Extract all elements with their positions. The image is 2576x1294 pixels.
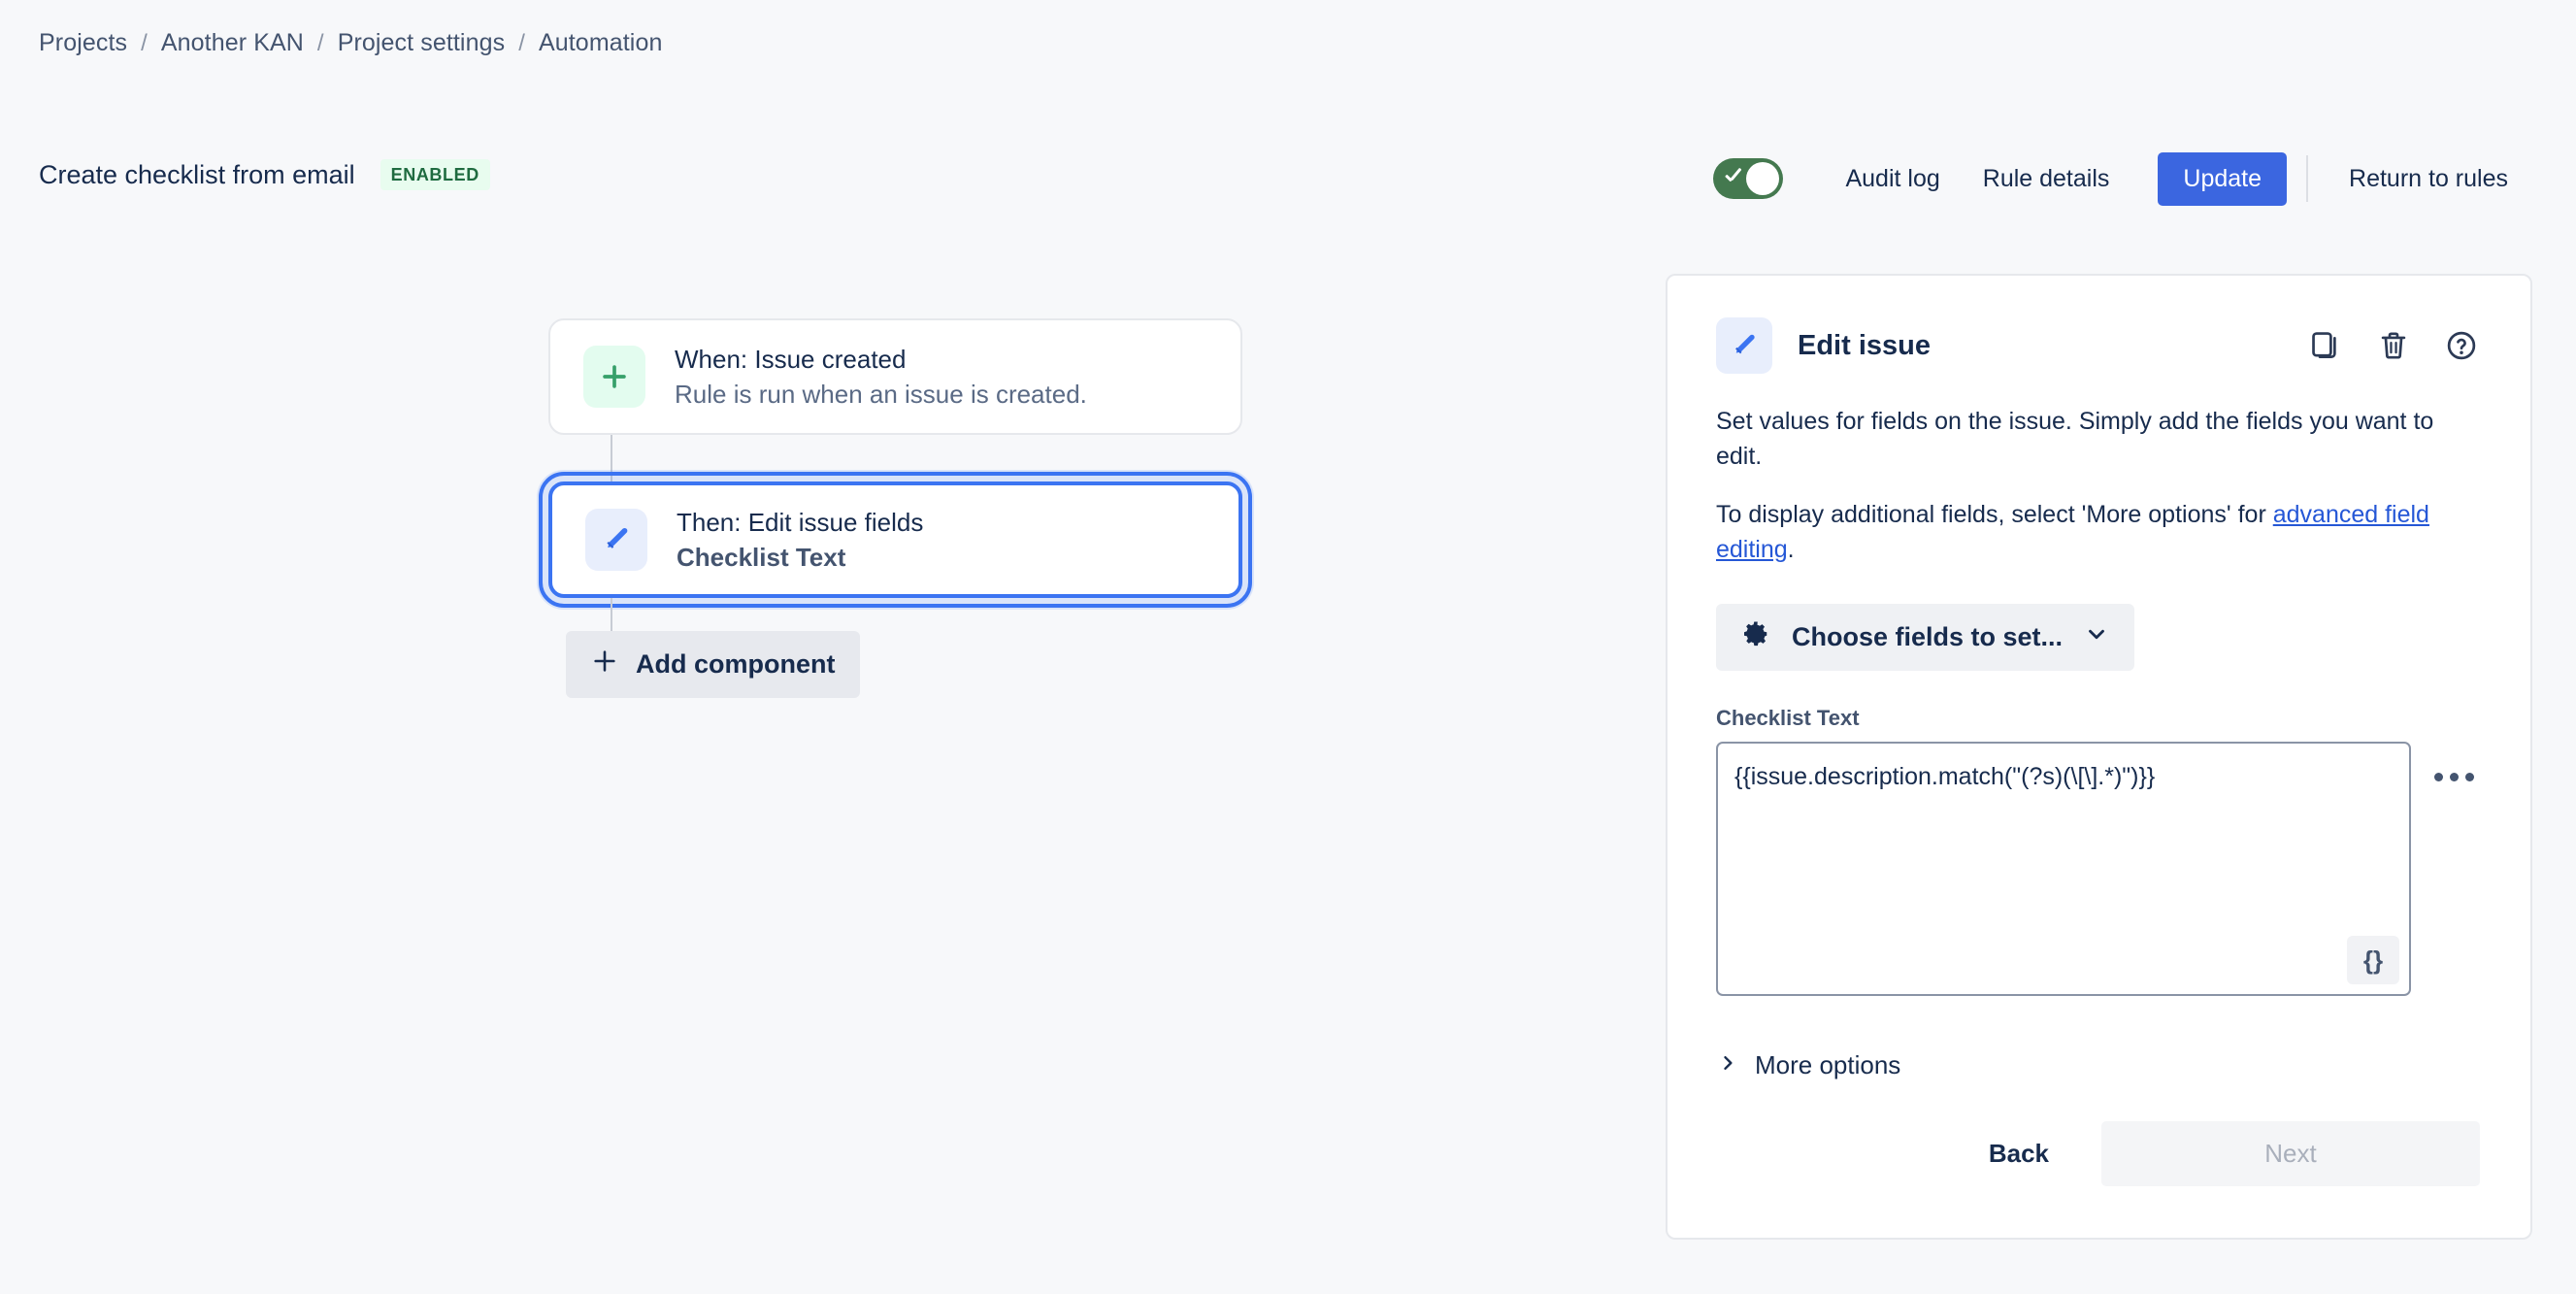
chevron-right-icon <box>1718 1052 1737 1079</box>
duplicate-icon[interactable] <box>2307 327 2344 364</box>
checklist-text-value: {{issue.description.match("(?s)(\[\].*)"… <box>1734 763 2156 790</box>
breadcrumb-item-automation[interactable]: Automation <box>539 29 662 57</box>
panel-description-2: To display additional fields, select 'Mo… <box>1716 497 2480 567</box>
rule-node-subtitle: Checklist Text <box>677 542 846 572</box>
gear-icon <box>1741 619 1770 655</box>
add-component-button[interactable]: Add component <box>566 631 861 698</box>
plus-icon <box>583 346 645 408</box>
rule-title-group: Create checklist from email ENABLED <box>39 148 490 202</box>
more-options-toggle[interactable]: More options <box>1716 1046 1902 1084</box>
panel-description-2-suffix: . <box>1787 536 1795 563</box>
rule-header: Create checklist from email ENABLED Audi… <box>0 148 2576 216</box>
panel-title: Edit issue <box>1798 329 1931 361</box>
rule-node-subtitle: Rule is run when an issue is created. <box>675 379 1087 409</box>
checklist-text-row: {{issue.description.match("(?s)(\[\].*)"… <box>1716 742 2480 996</box>
pencil-icon <box>585 509 647 571</box>
toggle-knob <box>1746 162 1780 195</box>
add-component-label: Add component <box>636 649 836 679</box>
panel-description-2-text: To display additional fields, select 'Mo… <box>1716 501 2273 528</box>
breadcrumb: Projects / Another KAN / Project setting… <box>39 29 662 57</box>
panel-description-1: Set values for fields on the issue. Simp… <box>1716 408 2434 470</box>
audit-log-button[interactable]: Audit log <box>1824 154 1961 204</box>
panel-header: Edit issue <box>1716 315 2480 377</box>
rule-enabled-toggle[interactable] <box>1713 158 1784 199</box>
chevron-down-icon <box>2084 621 2109 653</box>
tree-connector <box>611 435 612 481</box>
dot-icon <box>2434 773 2443 781</box>
dot-icon <box>2450 773 2459 781</box>
rule-details-button[interactable]: Rule details <box>1962 154 2131 204</box>
next-button: Next <box>2101 1121 2480 1186</box>
more-options-label: More options <box>1755 1050 1901 1079</box>
breadcrumb-item-project-settings[interactable]: Project settings <box>338 29 506 57</box>
trash-icon[interactable] <box>2375 327 2412 364</box>
smart-values-button[interactable]: {} <box>2347 936 2399 984</box>
choose-fields-dropdown[interactable]: Choose fields to set... <box>1716 604 2135 671</box>
breadcrumb-separator: / <box>518 29 525 56</box>
rule-tree: When: Issue created Rule is run when an … <box>539 318 1257 698</box>
breadcrumb-separator: / <box>316 29 324 56</box>
header-divider <box>2306 155 2309 202</box>
breadcrumb-separator: / <box>141 29 148 56</box>
help-icon[interactable] <box>2443 327 2480 364</box>
edit-issue-panel: Edit issue Set values for fields on the … <box>1666 274 2532 1240</box>
breadcrumb-item-projects[interactable]: Projects <box>39 29 127 57</box>
pencil-icon <box>1716 317 1772 374</box>
panel-header-actions <box>2307 327 2480 364</box>
header-actions: Audit log Rule details Update Return to … <box>1713 144 2529 214</box>
checklist-text-input[interactable]: {{issue.description.match("(?s)(\[\].*)"… <box>1716 742 2411 996</box>
back-button[interactable]: Back <box>1950 1121 2088 1186</box>
choose-fields-label: Choose fields to set... <box>1792 622 2064 651</box>
field-more-menu-button[interactable] <box>2428 763 2480 791</box>
checklist-text-label: Checklist Text <box>1716 706 1860 730</box>
panel-footer: Back Next <box>1716 1121 2480 1186</box>
dot-icon <box>2465 773 2474 781</box>
plus-icon <box>591 647 618 681</box>
rule-node-trigger[interactable]: When: Issue created Rule is run when an … <box>548 318 1242 435</box>
rule-node-title: When: Issue created <box>675 344 907 374</box>
return-to-rules-button[interactable]: Return to rules <box>2328 154 2529 204</box>
breadcrumb-item-another-kan[interactable]: Another KAN <box>161 29 304 57</box>
update-button[interactable]: Update <box>2158 151 2288 206</box>
rule-node-action[interactable]: Then: Edit issue fields Checklist Text <box>539 472 1252 608</box>
rule-node-title: Then: Edit issue fields <box>677 507 924 537</box>
status-badge: ENABLED <box>380 159 490 190</box>
page-title: Create checklist from email <box>39 159 355 189</box>
check-icon <box>1723 169 1742 188</box>
